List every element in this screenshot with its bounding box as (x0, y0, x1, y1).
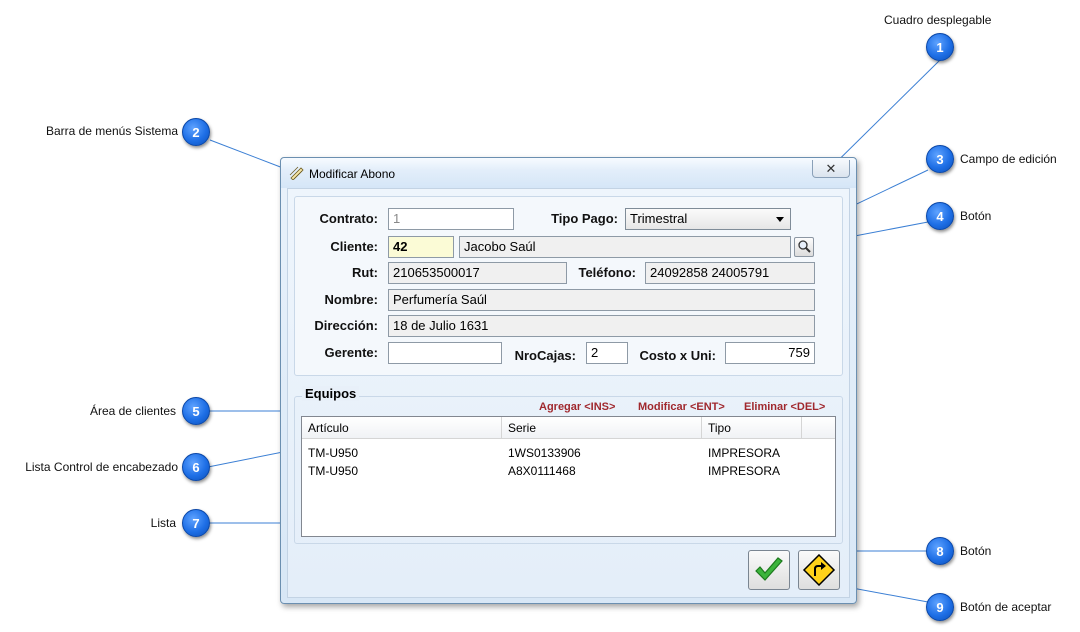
telefono-label: Teléfono: (578, 265, 636, 280)
tipo-pago-label: Tipo Pago: (551, 211, 618, 226)
turn-sign-icon (802, 554, 836, 586)
title-bar[interactable]: Modificar Abono ✕ (281, 158, 856, 188)
system-menu-icon[interactable] (289, 166, 305, 181)
column-header-serie[interactable]: Serie (502, 417, 702, 439)
checkmark-icon (755, 557, 783, 581)
contrato-label: Contrato: (319, 211, 379, 226)
nrocajas-field[interactable]: 2 (586, 342, 628, 364)
callout-label-9: Botón de aceptar (960, 600, 1052, 614)
search-cliente-button[interactable] (794, 237, 814, 257)
callout-label-4: Botón (960, 209, 992, 223)
accept-button[interactable] (748, 550, 790, 590)
callout-label-6: Lista Control de encabezado (25, 460, 178, 474)
cliente-label: Cliente: (330, 239, 378, 254)
table-row[interactable]: TM-U950 A8X0111468 IMPRESORA (302, 462, 835, 480)
column-header-articulo[interactable]: Artículo (302, 417, 502, 439)
callout-label-8: Botón (960, 544, 992, 558)
equipos-list[interactable]: Artículo Serie Tipo TM-U950 1WS0133906 I… (301, 416, 836, 537)
modificar-link[interactable]: Modificar <ENT> (638, 401, 725, 413)
nombre-field[interactable]: Perfumería Saúl (388, 289, 815, 311)
callout-label-5: Área de clientes (89, 404, 176, 418)
cell-articulo: TM-U950 (308, 446, 359, 460)
cliente-name-field[interactable]: Jacobo Saúl (459, 236, 791, 258)
close-button[interactable]: ✕ (812, 160, 850, 178)
callout-label-2: Barra de menús Sistema (45, 124, 178, 138)
gerente-field[interactable] (388, 342, 502, 364)
cell-serie: A8X0111468 (508, 464, 576, 478)
callout-badge-1: 1 (926, 33, 954, 61)
callout-badge-9: 9 (926, 593, 954, 621)
agregar-link[interactable]: Agregar <INS> (539, 401, 615, 413)
callout-badge-5: 5 (182, 397, 210, 425)
chevron-down-icon (776, 217, 784, 222)
modificar-abono-window: Modificar Abono ✕ Contrato: 1 Tipo Pago:… (280, 157, 857, 604)
callout-badge-3: 3 (926, 145, 954, 173)
costo-field[interactable]: 759 (725, 342, 815, 364)
exit-button[interactable] (798, 550, 840, 590)
cell-serie: 1WS0133906 (508, 446, 581, 460)
callout-badge-2: 2 (182, 118, 210, 146)
table-row[interactable]: TM-U950 1WS0133906 IMPRESORA (302, 444, 835, 462)
equipos-title: Equipos (302, 386, 360, 401)
tipo-pago-selected: Trimestral (630, 211, 688, 226)
cell-tipo: IMPRESORA (708, 446, 781, 460)
tipo-pago-dropdown[interactable]: Trimestral (625, 208, 791, 230)
close-icon: ✕ (825, 160, 837, 176)
contrato-field[interactable]: 1 (388, 208, 514, 230)
callout-badge-4: 4 (926, 202, 954, 230)
callout-badge-7: 7 (182, 509, 210, 537)
callout-badge-6: 6 (182, 453, 210, 481)
column-header-tipo[interactable]: Tipo (702, 417, 802, 439)
costo-label: Costo x Uni: (639, 348, 716, 363)
gerente-label: Gerente: (324, 345, 378, 360)
callout-label-1: Cuadro desplegable (884, 13, 992, 27)
eliminar-link[interactable]: Eliminar <DEL> (744, 401, 825, 413)
telefono-field[interactable]: 24092858 24005791 (645, 262, 815, 284)
search-icon (798, 240, 811, 253)
list-header: Artículo Serie Tipo (302, 417, 835, 439)
cell-tipo: IMPRESORA (708, 464, 781, 478)
nrocajas-label: NroCajas: (514, 348, 576, 363)
callout-label-3: Campo de edición (960, 152, 1057, 166)
direccion-label: Dirección: (314, 318, 378, 333)
callout-label-7: Lista (150, 516, 176, 530)
cliente-code-field[interactable]: 42 (388, 236, 454, 258)
window-title: Modificar Abono (309, 167, 396, 181)
rut-label: Rut: (352, 265, 378, 280)
cell-articulo: TM-U950 (308, 464, 359, 478)
nombre-label: Nombre: (324, 292, 378, 307)
client-area: Contrato: 1 Tipo Pago: Trimestral Client… (287, 188, 850, 598)
callout-badge-8: 8 (926, 537, 954, 565)
rut-field[interactable]: 210653500017 (388, 262, 567, 284)
direccion-field[interactable]: 18 de Julio 1631 (388, 315, 815, 337)
